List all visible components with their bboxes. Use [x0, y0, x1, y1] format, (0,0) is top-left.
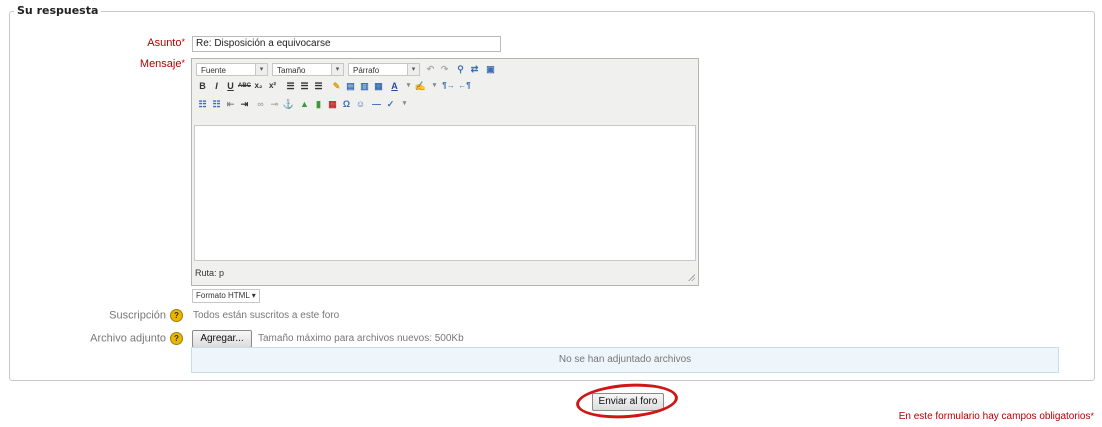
- bold-icon[interactable]: B: [196, 80, 209, 92]
- find-icon[interactable]: ⚲: [454, 63, 467, 75]
- resize-grip-icon[interactable]: [688, 274, 695, 281]
- highlight-circle: [574, 380, 680, 422]
- required-marker: *: [1090, 411, 1094, 421]
- align-left-icon[interactable]: ☰: [284, 80, 297, 92]
- numbered-list-icon[interactable]: ☷: [210, 98, 223, 110]
- table-icon[interactable]: ▦: [326, 98, 339, 110]
- bullet-list-icon[interactable]: ☷: [196, 98, 209, 110]
- font-select-value: Fuente: [201, 66, 226, 75]
- size-select[interactable]: Tamaño ▾: [272, 63, 344, 76]
- align-center-icon[interactable]: ☰: [298, 80, 311, 92]
- message-textarea[interactable]: [194, 125, 696, 261]
- link-icon[interactable]: ∞: [254, 98, 267, 110]
- anchor-icon[interactable]: ⚓: [282, 98, 295, 110]
- toolbar-row-3: ☷ ☷ ⇤ ⇥ ∞ ⊸ ⚓ ▲ ▮ ▦ Ω ☺ — ✓ ▾: [194, 98, 694, 114]
- paste-word-icon[interactable]: ▥: [358, 80, 371, 92]
- html-editor: Fuente ▾ Tamaño ▾ Párrafo ▾ ↶ ↷ ⚲ ⇄ ▣ B I U…: [191, 58, 699, 286]
- help-icon[interactable]: ?: [170, 332, 183, 345]
- message-label-text: Mensaje: [139, 58, 182, 70]
- required-marker: *: [181, 58, 185, 68]
- hr-icon[interactable]: —: [370, 98, 383, 110]
- max-size-text: Tamaño máximo para archivos nuevos: 500K…: [258, 333, 464, 344]
- message-label: Mensaje*: [100, 58, 185, 70]
- toolbar-row-1: Fuente ▾ Tamaño ▾ Párrafo ▾ ↶ ↷ ⚲ ⇄ ▣: [194, 62, 694, 78]
- size-select-value: Tamaño: [277, 66, 306, 75]
- subscription-label: Suscripción?: [60, 309, 183, 322]
- paste-text-icon[interactable]: ▤: [344, 80, 357, 92]
- subscription-text: Todos están suscritos a este foro: [193, 310, 340, 321]
- undo-icon[interactable]: ↶: [424, 63, 437, 75]
- add-file-button[interactable]: Agregar...: [192, 330, 252, 348]
- subject-label-text: Asunto: [147, 37, 182, 49]
- underline-icon[interactable]: U: [224, 80, 237, 92]
- ltr-icon[interactable]: ¶→: [442, 80, 455, 92]
- chevron-down-icon[interactable]: ▾: [398, 98, 411, 110]
- chevron-down-icon: ▾: [251, 291, 256, 300]
- chevron-down-icon[interactable]: ▾: [428, 80, 441, 92]
- subject-input[interactable]: Re: Disposición a equivocarse: [192, 36, 501, 52]
- chevron-down-icon: ▾: [331, 64, 343, 75]
- format-select-value: Formato HTML: [196, 291, 250, 300]
- paragraph-select-value: Párrafo: [353, 66, 380, 75]
- format-select[interactable]: Formato HTML ▾: [192, 289, 260, 303]
- superscript-icon[interactable]: x²: [266, 80, 279, 92]
- editor-path: Ruta: p: [195, 268, 225, 278]
- spellcheck-icon[interactable]: ✓: [384, 98, 397, 110]
- attachment-dropzone[interactable]: No se han adjuntado archivos: [191, 347, 1059, 373]
- chevron-down-icon: ▾: [407, 64, 419, 75]
- replace-icon[interactable]: ⇄: [468, 63, 481, 75]
- required-note-text: En este formulario hay campos obligatori…: [898, 411, 1091, 422]
- paragraph-select[interactable]: Párrafo ▾: [348, 63, 420, 76]
- indent-icon[interactable]: ⇥: [238, 98, 251, 110]
- image-icon[interactable]: ▲: [298, 98, 311, 110]
- unlink-icon[interactable]: ⊸: [268, 98, 281, 110]
- emoticon-icon[interactable]: ☺: [354, 98, 367, 110]
- required-marker: *: [181, 37, 185, 47]
- strikethrough-icon[interactable]: ABC: [238, 80, 251, 92]
- char-map-icon[interactable]: Ω: [340, 98, 353, 110]
- outdent-icon[interactable]: ⇤: [224, 98, 237, 110]
- italic-icon[interactable]: I: [210, 80, 223, 92]
- select-all-icon[interactable]: ▦: [372, 80, 385, 92]
- attachment-label-text: Archivo adjunto: [90, 332, 166, 345]
- attachment-label: Archivo adjunto?: [40, 332, 183, 345]
- subject-label: Asunto*: [100, 37, 185, 49]
- required-fields-note: En este formulario hay campos obligatori…: [899, 411, 1094, 422]
- rtl-icon[interactable]: ←¶: [458, 80, 471, 92]
- help-icon[interactable]: ?: [170, 309, 183, 322]
- align-right-icon[interactable]: ☰: [312, 80, 325, 92]
- toolbar-row-2: B I U ABC x₂ x² ☰ ☰ ☰ ✎ ▤ ▥ ▦ A ▾ ✍ ▾ ¶→…: [194, 80, 694, 96]
- background-color-icon[interactable]: ✍: [414, 80, 427, 92]
- redo-icon[interactable]: ↷: [438, 63, 451, 75]
- cleanup-icon[interactable]: ✎: [330, 80, 343, 92]
- font-select[interactable]: Fuente ▾: [196, 63, 268, 76]
- fieldset-legend: Su respuesta: [14, 4, 102, 17]
- fullscreen-icon[interactable]: ▣: [484, 63, 497, 75]
- media-icon[interactable]: ▮: [312, 98, 325, 110]
- subscription-label-text: Suscripción: [109, 309, 166, 322]
- subscript-icon[interactable]: x₂: [252, 80, 265, 92]
- chevron-down-icon: ▾: [255, 64, 267, 75]
- text-color-icon[interactable]: A: [388, 80, 401, 92]
